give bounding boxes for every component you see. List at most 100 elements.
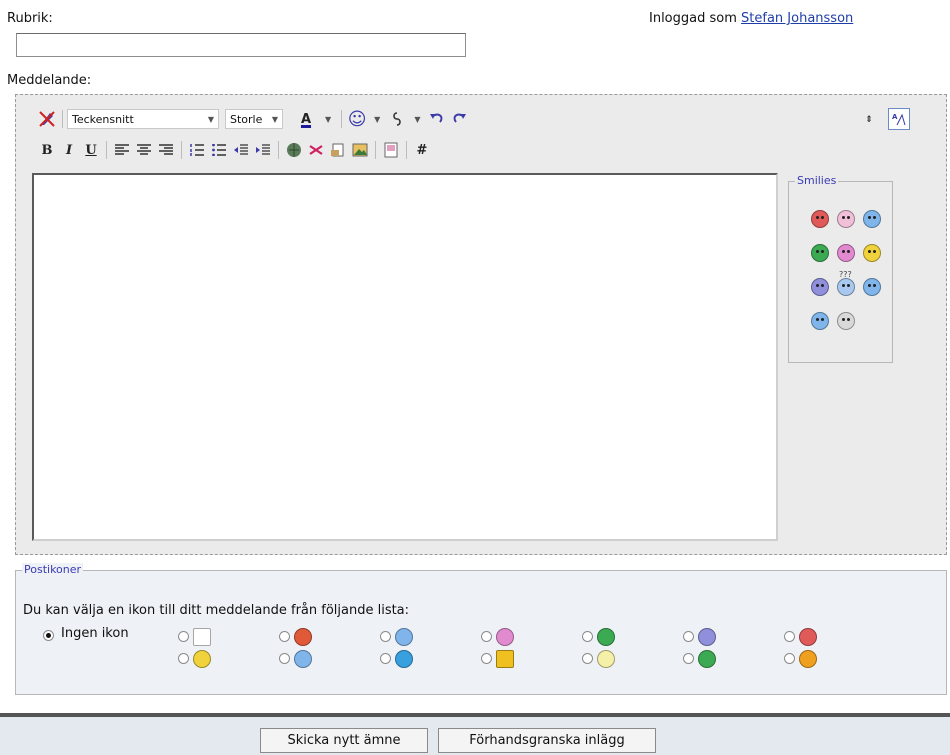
align-right-icon[interactable] [155,139,177,161]
smiley-angry-icon[interactable] [811,210,829,228]
post-icon-thumbs-up-icon [799,650,817,668]
post-icon-smile-radio[interactable] [178,653,189,664]
font-family-value: Teckensnitt [72,112,134,126]
post-icons-instruction: Du kan välja en ikon till ditt meddeland… [23,603,410,618]
post-icon-grin-icon [597,628,615,646]
font-size-value: Storle [230,112,263,126]
post-icon-arrow-icon [698,650,716,668]
post-icon-angry-icon [799,628,817,646]
insert-code-button[interactable]: # [411,139,433,161]
remove-link-icon[interactable] [305,139,327,161]
bold-button[interactable]: B [36,139,58,161]
post-icon-thumbs-up-radio[interactable] [784,653,795,664]
special-char-icon[interactable] [386,108,408,130]
align-left-icon[interactable] [111,139,133,161]
font-color-icon: A [300,111,312,127]
post-icon-lightbulb-radio[interactable] [582,653,593,664]
rich-text-editor: Teckensnitt ▼ Storle ▼ A ▼ ☺ ▼ ▼ ⇕ A B I U [15,94,947,555]
align-center-icon[interactable] [133,139,155,161]
resize-toggle-icon[interactable]: ⇕ [864,109,874,131]
smiley-shocked-icon[interactable] [837,312,855,330]
preview-post-button[interactable]: Förhandsgranska inlägg [438,728,656,753]
undo-icon[interactable] [426,108,448,130]
toolbar-row-1: Teckensnitt ▼ Storle ▼ A ▼ ☺ ▼ ▼ [36,108,470,130]
confused-marks: ??? [839,270,852,279]
post-icon-sad-radio[interactable] [683,631,694,642]
post-icon-wink-icon [395,628,413,646]
smiley-sad-icon[interactable] [811,278,829,296]
smiley-wink-icon[interactable] [863,210,881,228]
toolbar-row-2: B I U # [36,139,433,161]
smiley-tongue-icon[interactable] [837,210,855,228]
insert-link-icon[interactable] [283,139,305,161]
quote-icon[interactable] [380,139,402,161]
insert-document-icon[interactable] [327,139,349,161]
font-color-button[interactable]: A [293,108,319,130]
post-icon-sad-icon [698,628,716,646]
insert-image-icon[interactable] [349,139,371,161]
post-icon-question-icon [395,650,413,668]
post-icon-angry-radio[interactable] [784,631,795,642]
font-family-select[interactable]: Teckensnitt ▼ [67,109,219,129]
smiley-wink2-icon[interactable] [863,278,881,296]
logged-in-label: Inloggad som [649,11,737,26]
submit-topic-button[interactable]: Skicka nytt ämne [260,728,428,753]
smiley-confused-icon[interactable] [837,278,855,296]
toggle-html-mode-icon[interactable]: A [888,108,910,130]
user-profile-link[interactable]: Stefan Johansson [741,11,853,26]
post-icon-smile-icon [193,650,211,668]
post-icon-laugh-icon [496,628,514,646]
chevron-down-icon[interactable]: ▼ [325,115,331,124]
svg-text:A: A [892,113,898,121]
post-icon-warning-radio[interactable] [481,653,492,664]
post-icon-thumbs-down-icon [294,628,312,646]
unordered-list-icon[interactable] [208,139,230,161]
indent-icon[interactable] [252,139,274,161]
underline-button[interactable]: U [80,139,102,161]
font-size-select[interactable]: Storle ▼ [225,109,283,129]
toolbar-separator [341,110,343,128]
remove-format-icon[interactable] [36,108,58,130]
post-icon-document-radio[interactable] [178,631,189,642]
subject-input[interactable] [16,33,466,57]
form-footer: Skicka nytt ämne Förhandsgranska inlägg [0,713,950,755]
italic-button[interactable]: I [58,139,80,161]
chevron-down-icon[interactable]: ▼ [414,115,420,124]
logged-in-text: Inloggad som Stefan Johansson [649,11,853,26]
post-icon-cool-icon [294,650,312,668]
post-icon-wink-radio[interactable] [380,631,391,642]
outdent-icon[interactable] [230,139,252,161]
toolbar-separator [62,110,63,128]
post-icon-warning-icon [496,650,514,668]
chevron-down-icon: ▼ [271,114,278,124]
toolbar-separator [406,141,407,159]
post-icon-question-radio[interactable] [380,653,391,664]
emoticon-icon[interactable]: ☺ [346,108,368,130]
post-icon-cool-radio[interactable] [279,653,290,664]
post-icon-thumbs-down-radio[interactable] [279,631,290,642]
post-icons-legend: Postikoner [22,563,84,576]
ordered-list-icon[interactable] [186,139,208,161]
post-icon-document-icon [193,628,211,646]
post-icon-grin-radio[interactable] [582,631,593,642]
smilies-legend: Smilies [795,174,839,187]
post-icon-laugh-radio[interactable] [481,631,492,642]
smiley-grin-icon[interactable] [811,244,829,262]
smiley-laugh-icon[interactable] [837,244,855,262]
post-icon-none-radio[interactable] [43,630,54,641]
subject-label: Rubrik: [7,11,53,26]
toolbar-separator [278,141,279,159]
chevron-down-icon: ▼ [207,114,214,124]
smiley-cool-icon[interactable] [811,312,829,330]
post-icon-lightbulb-icon [597,650,615,668]
message-textarea[interactable] [32,173,778,541]
toolbar-separator [181,141,182,159]
chevron-down-icon[interactable]: ▼ [374,115,380,124]
smiley-smile-icon[interactable] [863,244,881,262]
toolbar-separator [375,141,376,159]
post-icon-arrow-radio[interactable] [683,653,694,664]
post-icons-panel: Postikoner Du kan välja en ikon till dit… [15,563,947,695]
toolbar-separator [106,141,107,159]
message-label: Meddelande: [7,73,92,88]
redo-icon[interactable] [448,108,470,130]
